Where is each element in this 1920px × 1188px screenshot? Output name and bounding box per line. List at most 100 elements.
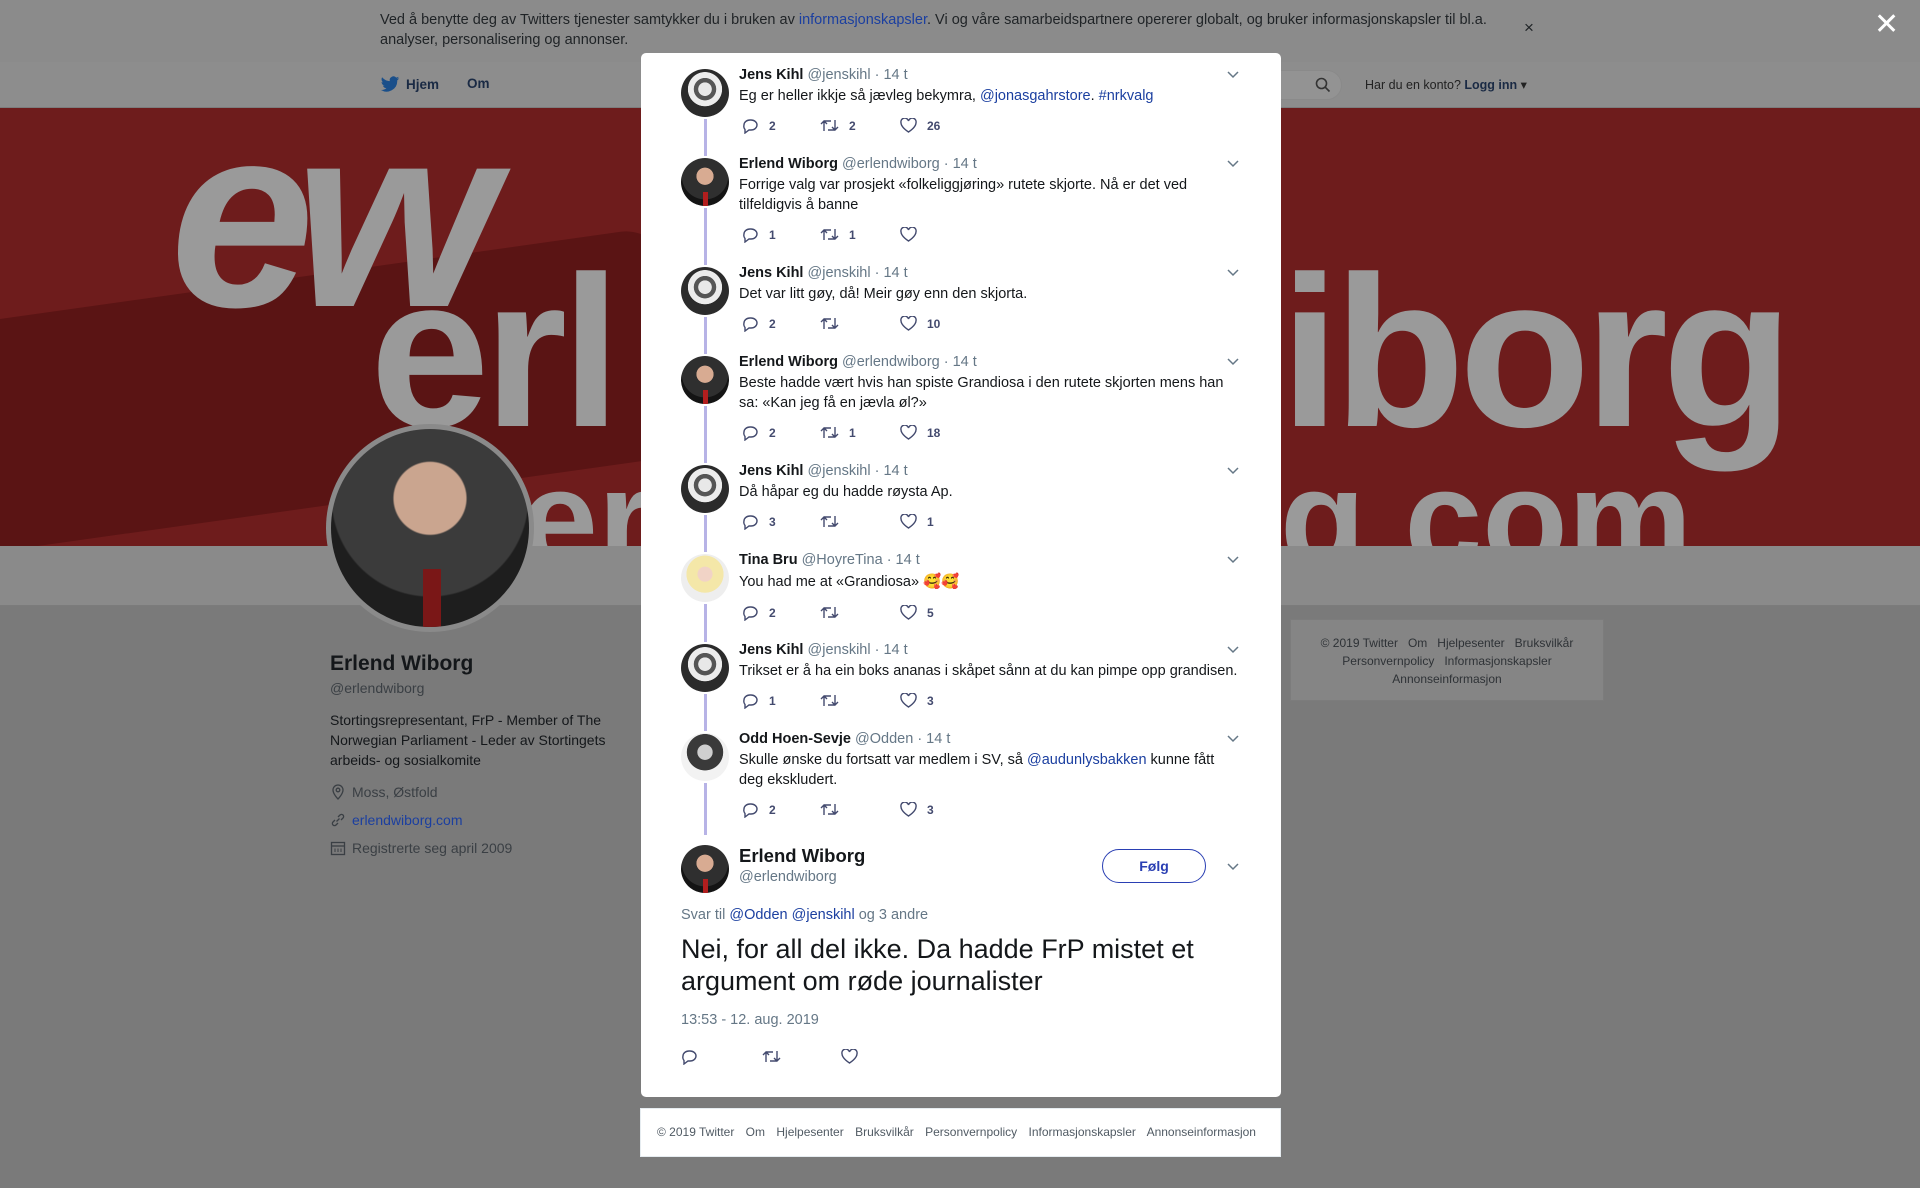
like-button[interactable]: 18 xyxy=(900,425,940,440)
like-button[interactable] xyxy=(841,1049,858,1064)
tweet-timestamp[interactable]: · 14 t xyxy=(875,67,908,83)
tweet-author-name[interactable]: Jens Kihl xyxy=(739,463,803,479)
footer-item[interactable]: Personvernpolicy xyxy=(925,1125,1017,1139)
footer-item[interactable]: © 2019 Twitter xyxy=(657,1125,734,1139)
thread-tweet[interactable]: Jens Kihl @jenskihl · 14 t Eg er heller … xyxy=(641,53,1281,142)
reply-button[interactable]: 1 xyxy=(742,227,776,243)
tweet-author-name[interactable]: Erlend Wiborg xyxy=(739,354,838,370)
retweet-button[interactable] xyxy=(762,1049,781,1064)
tweet-date[interactable]: 13:53 - 12. aug. 2019 xyxy=(681,1012,819,1028)
side-footer-item[interactable]: Personvernpolicy xyxy=(1342,654,1434,668)
tweet-timestamp[interactable]: · 14 t xyxy=(917,731,950,747)
profile-name[interactable]: Erlend Wiborg xyxy=(330,652,630,676)
thread-tweet[interactable]: Tina Bru @HoyreTina · 14 t You had me at… xyxy=(641,538,1281,628)
tweet-timestamp[interactable]: · 14 t xyxy=(887,552,920,568)
mention-link[interactable]: @Odden xyxy=(729,907,787,923)
tweet-timestamp[interactable]: · 14 t xyxy=(875,265,908,281)
thread-tweet[interactable]: Jens Kihl @jenskihl · 14 t Trikset er å … xyxy=(641,628,1281,717)
thread-tweet[interactable]: Jens Kihl @jenskihl · 14 t Det var litt … xyxy=(641,251,1281,340)
login-link[interactable]: Logg inn xyxy=(1464,78,1517,92)
caret-down-icon[interactable] xyxy=(1227,556,1239,564)
reply-button[interactable]: 2 xyxy=(742,316,776,332)
mention-link[interactable]: @jonasgahrstore xyxy=(980,88,1091,104)
like-button[interactable]: 3 xyxy=(900,802,934,817)
mention-link[interactable]: @jenskihl xyxy=(792,907,855,923)
caret-down-icon[interactable] xyxy=(1227,735,1239,743)
avatar[interactable] xyxy=(681,845,729,893)
tweet-author-handle[interactable]: @jenskihl xyxy=(808,463,871,479)
retweet-button[interactable] xyxy=(820,693,849,708)
retweet-button[interactable] xyxy=(820,316,849,331)
tweet-timestamp[interactable]: · 14 t xyxy=(944,156,977,172)
caret-down-icon[interactable] xyxy=(1227,269,1239,277)
retweet-button[interactable] xyxy=(820,605,849,620)
caret-down-icon[interactable] xyxy=(1227,160,1239,168)
reply-button[interactable]: 1 xyxy=(742,693,776,709)
tweet-timestamp[interactable]: · 14 t xyxy=(944,354,977,370)
tweet-author-handle[interactable]: @erlendwiborg xyxy=(842,156,940,172)
footer-item[interactable]: Bruksvilkår xyxy=(855,1125,914,1139)
avatar[interactable] xyxy=(681,267,729,315)
close-icon[interactable]: ✕ xyxy=(1874,10,1899,40)
nav-home[interactable]: Hjem xyxy=(380,76,439,93)
hashtag-link[interactable]: #nrkvalg xyxy=(1099,88,1154,104)
like-button[interactable]: 3 xyxy=(900,693,934,708)
avatar[interactable] xyxy=(681,69,729,117)
retweet-button[interactable]: 2 xyxy=(820,118,856,133)
tweet-author-name[interactable]: Tina Bru xyxy=(739,552,798,568)
side-footer-item[interactable]: Informasjonskapsler xyxy=(1444,654,1551,668)
tweet-author-name[interactable]: Erlend Wiborg xyxy=(739,156,838,172)
avatar[interactable] xyxy=(681,733,729,781)
avatar[interactable] xyxy=(681,465,729,513)
reply-button[interactable]: 2 xyxy=(742,425,776,441)
tweet-author-name[interactable]: Odd Hoen-Sevje xyxy=(739,731,851,747)
tweet-timestamp[interactable]: · 14 t xyxy=(875,642,908,658)
replying-to-others[interactable]: og 3 andre xyxy=(855,907,928,923)
avatar[interactable] xyxy=(681,554,729,602)
footer-item[interactable]: Om xyxy=(746,1125,765,1139)
tweet-author-handle[interactable]: @jenskihl xyxy=(808,67,871,83)
retweet-button[interactable]: 1 xyxy=(820,227,856,242)
caret-down-icon[interactable] xyxy=(1227,71,1239,79)
reply-button[interactable]: 3 xyxy=(742,514,776,530)
tweet-author-handle[interactable]: @HoyreTina xyxy=(802,552,883,568)
reply-button[interactable]: 2 xyxy=(742,118,776,134)
retweet-button[interactable] xyxy=(820,514,849,529)
tweet-author-handle[interactable]: @jenskihl xyxy=(808,265,871,281)
profile-avatar[interactable] xyxy=(326,424,534,632)
tweet-author-name[interactable]: Jens Kihl xyxy=(739,265,803,281)
avatar[interactable] xyxy=(681,158,729,206)
nav-about[interactable]: Om xyxy=(467,76,490,91)
reply-button[interactable]: 2 xyxy=(742,802,776,818)
caret-down-icon[interactable] xyxy=(1227,646,1239,654)
tweet-author-handle[interactable]: @erlendwiborg xyxy=(739,869,837,885)
avatar[interactable] xyxy=(681,356,729,404)
side-footer-item[interactable]: Annonseinformasjon xyxy=(1392,672,1501,686)
thread-tweet[interactable]: Erlend Wiborg @erlendwiborg · 14 t Forri… xyxy=(641,142,1281,251)
caret-down-icon[interactable] xyxy=(1227,863,1239,871)
footer-item[interactable]: Annonseinformasjon xyxy=(1147,1125,1256,1139)
tweet-author-name[interactable]: Erlend Wiborg xyxy=(739,845,865,867)
thread-tweet[interactable]: Erlend Wiborg @erlendwiborg · 14 t Beste… xyxy=(641,340,1281,449)
like-button[interactable]: 1 xyxy=(900,514,934,529)
mention-link[interactable]: @audunlysbakken xyxy=(1027,752,1147,768)
tweet-author-handle[interactable]: @Odden xyxy=(855,731,913,747)
side-footer-item[interactable]: Hjelpesenter xyxy=(1437,636,1504,650)
thread-tweet[interactable]: Jens Kihl @jenskihl · 14 t Då håpar eg d… xyxy=(641,449,1281,538)
like-button[interactable] xyxy=(900,227,927,242)
tweet-author-name[interactable]: Jens Kihl xyxy=(739,67,803,83)
tweet-author-name[interactable]: Jens Kihl xyxy=(739,642,803,658)
like-button[interactable]: 5 xyxy=(900,605,934,620)
like-button[interactable]: 10 xyxy=(900,316,940,331)
side-footer-item[interactable]: Bruksvilkår xyxy=(1515,636,1574,650)
avatar[interactable] xyxy=(681,644,729,692)
tweet-author-handle[interactable]: @jenskihl xyxy=(808,642,871,658)
cookie-close-button[interactable]: × xyxy=(1524,18,1534,38)
tweet-timestamp[interactable]: · 14 t xyxy=(875,463,908,479)
like-button[interactable]: 26 xyxy=(900,118,940,133)
cookie-link[interactable]: informasjonskapsler xyxy=(799,12,927,28)
retweet-button[interactable]: 1 xyxy=(820,425,856,440)
caret-down-icon[interactable] xyxy=(1227,467,1239,475)
profile-handle[interactable]: @erlendwiborg xyxy=(330,680,630,696)
retweet-button[interactable] xyxy=(820,802,849,817)
